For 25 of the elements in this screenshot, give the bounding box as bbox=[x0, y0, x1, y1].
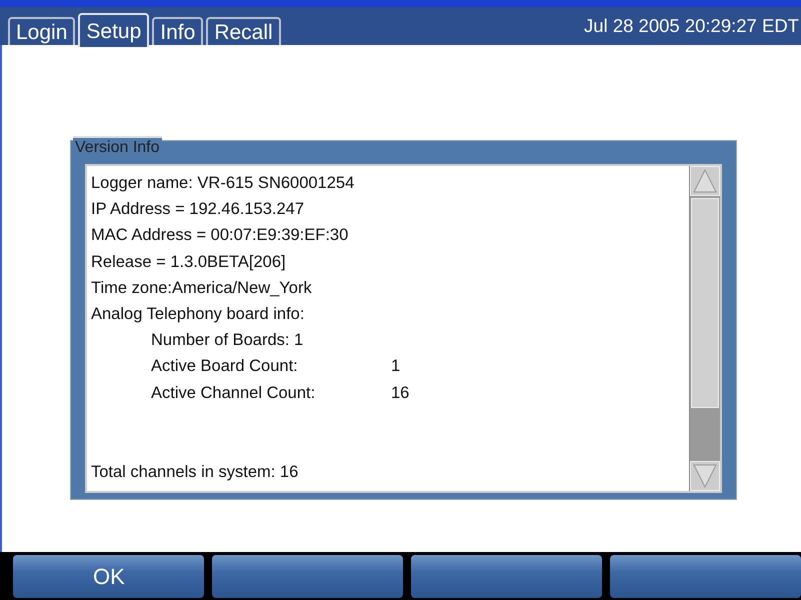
info-value: 1 bbox=[391, 356, 400, 378]
info-line: Total channels in system: 16 bbox=[91, 462, 300, 483]
tab[interactable]: Recall bbox=[206, 17, 281, 45]
info-label: Active Board Count: bbox=[151, 356, 299, 378]
scroll-thumb[interactable] bbox=[691, 198, 719, 408]
tab[interactable]: Login bbox=[8, 17, 76, 45]
scroll-down-icon[interactable] bbox=[690, 461, 720, 491]
tab[interactable]: Info bbox=[152, 17, 204, 45]
info-line: IP Address = 192.46.153.247 bbox=[91, 199, 305, 220]
info-value: 16 bbox=[391, 382, 410, 404]
soft-key-button[interactable] bbox=[411, 555, 602, 598]
tab[interactable]: Setup bbox=[78, 13, 150, 47]
info-label: Active Channel Count: bbox=[151, 382, 316, 404]
info-line: Logger name: VR-615 SN60001254 bbox=[91, 173, 356, 194]
info-line: Release = 1.3.0BETA[206] bbox=[91, 252, 287, 273]
ok-button[interactable]: OK bbox=[13, 555, 204, 598]
soft-key-button[interactable] bbox=[212, 555, 403, 598]
soft-key-button[interactable] bbox=[610, 555, 801, 598]
info-line: Analog Telephony board info: bbox=[91, 304, 306, 326]
scrollbar[interactable] bbox=[689, 166, 720, 491]
info-line: Number of Boards: 1 bbox=[150, 330, 304, 352]
date-time: Jul 28 2005 20:29:27 EDT bbox=[584, 15, 799, 37]
info-line: MAC Address = 00:07:E9:39:EF:30 bbox=[91, 225, 350, 246]
scroll-up-icon[interactable] bbox=[690, 166, 720, 196]
info-line: Time zone:America/New_York bbox=[91, 278, 313, 299]
